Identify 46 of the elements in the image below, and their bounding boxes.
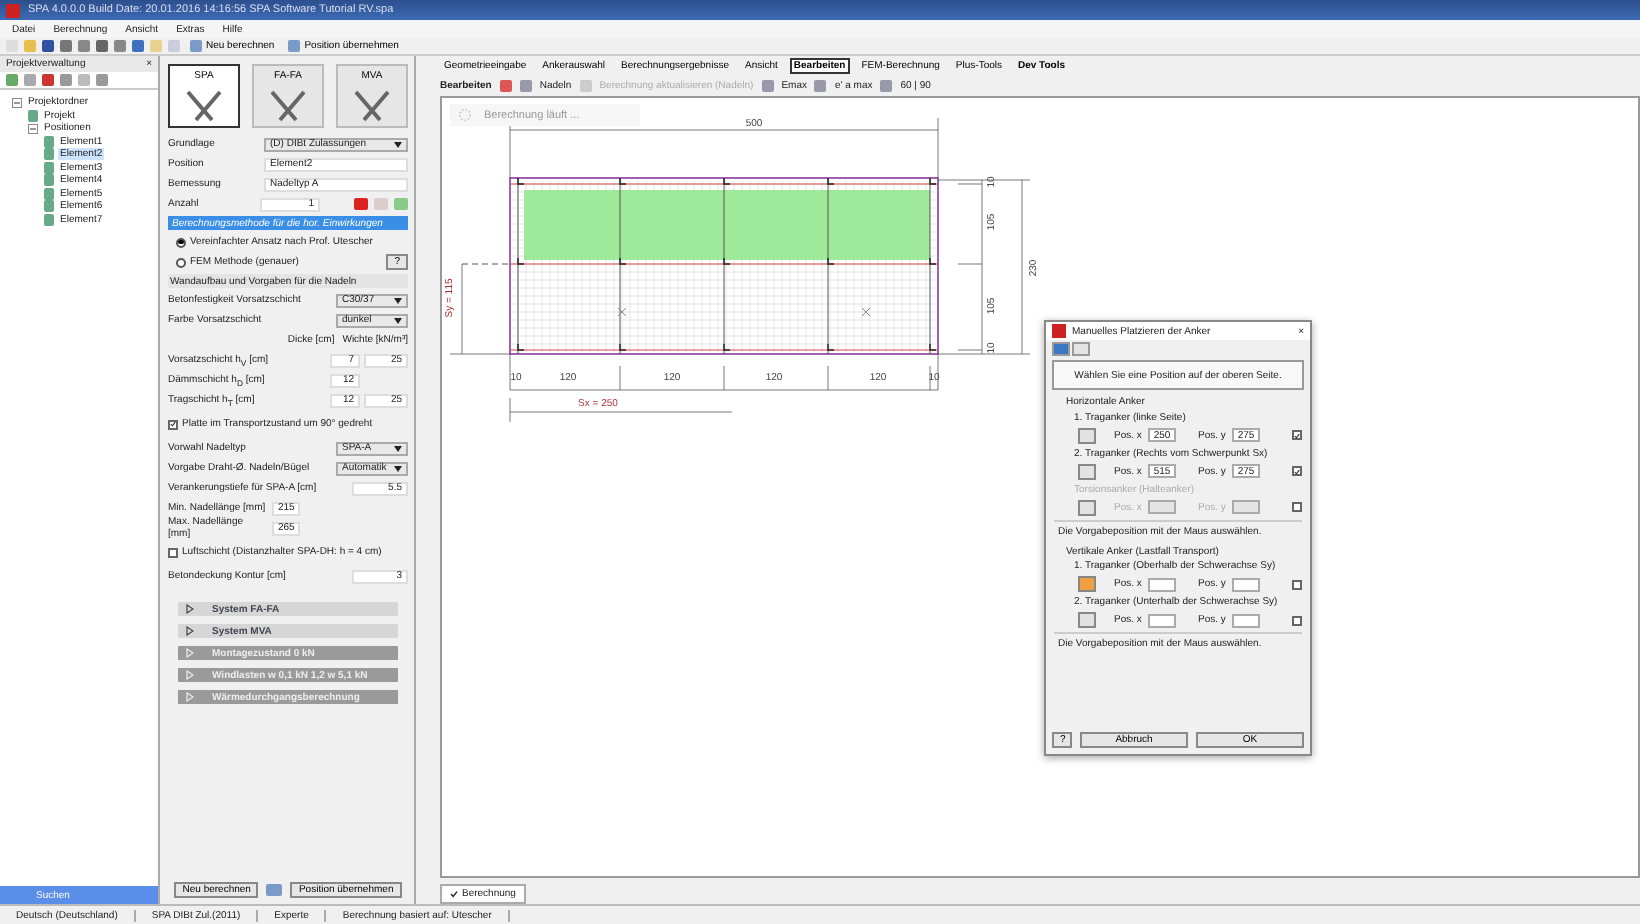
- app-icon: [6, 3, 20, 17]
- checkbox[interactable]: [1292, 579, 1302, 589]
- input-field[interactable]: [1232, 500, 1260, 514]
- button-icon: [288, 40, 301, 52]
- toolbar-icon[interactable]: [880, 79, 893, 91]
- input-field[interactable]: [1232, 577, 1260, 591]
- pick-position-button[interactable]: [1078, 427, 1096, 443]
- expander-icon[interactable]: [28, 123, 38, 134]
- radio-button[interactable]: [176, 237, 186, 247]
- check-icon: [1294, 467, 1300, 475]
- input-field[interactable]: [1232, 613, 1260, 627]
- check-icon: [450, 890, 458, 898]
- toolbar-icon[interactable]: [814, 79, 827, 91]
- checkbox[interactable]: [1292, 466, 1302, 476]
- expand-arrow-icon: [186, 692, 194, 702]
- expand-arrow-icon: [186, 626, 194, 636]
- input-field[interactable]: [1148, 577, 1176, 591]
- caret-icon: [394, 317, 402, 323]
- checkbox[interactable]: [1292, 615, 1302, 625]
- pick-position-button[interactable]: [1078, 612, 1096, 628]
- caret-icon: [394, 141, 402, 147]
- app-icon: [1052, 324, 1066, 338]
- dialog-tab[interactable]: [1072, 342, 1090, 356]
- dialog-tab[interactable]: [1052, 342, 1070, 356]
- caret-icon: [394, 465, 402, 471]
- delete-icon[interactable]: [354, 198, 368, 210]
- checkbox[interactable]: [168, 419, 178, 429]
- check-icon: [170, 420, 176, 428]
- caret-icon: [394, 445, 402, 451]
- check-icon: [1294, 431, 1300, 439]
- expander-icon[interactable]: [12, 97, 22, 108]
- toolbar-icon[interactable]: [266, 884, 283, 896]
- checkbox[interactable]: [168, 547, 178, 557]
- input-field[interactable]: [1148, 500, 1176, 514]
- button-icon: [190, 40, 202, 52]
- pick-position-button[interactable]: [1078, 576, 1096, 592]
- pick-position-button[interactable]: [1078, 463, 1096, 479]
- expand-arrow-icon: [186, 670, 194, 680]
- radio-button[interactable]: [176, 257, 186, 267]
- toolbar-icon[interactable]: [761, 79, 774, 91]
- expand-arrow-icon: [186, 648, 194, 658]
- checkbox[interactable]: [1292, 430, 1302, 440]
- input-field[interactable]: [1148, 613, 1176, 627]
- caret-icon: [394, 297, 402, 303]
- expand-arrow-icon: [186, 604, 194, 614]
- spinner-icon: [458, 108, 472, 122]
